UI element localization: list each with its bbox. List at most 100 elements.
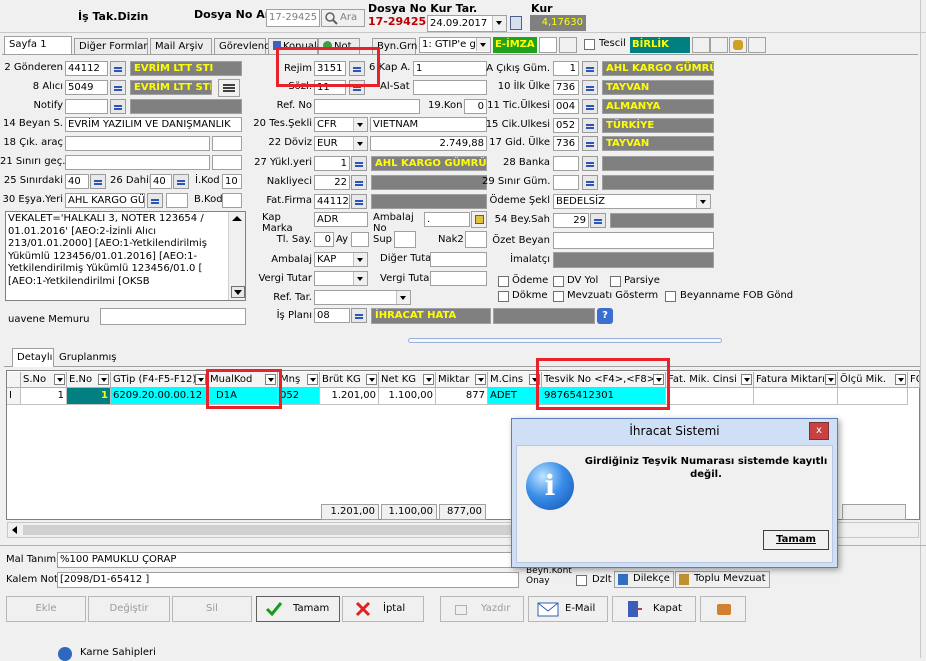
grid-cell-mns[interactable]: 052: [278, 388, 320, 405]
sup-input[interactable]: [394, 231, 416, 248]
grid-header-eno[interactable]: E.No: [67, 372, 111, 388]
grid-header-mualkod[interactable]: MualKod: [208, 372, 278, 388]
grid-header-brut[interactable]: Brüt KG: [320, 372, 379, 388]
tamam-button[interactable]: Tamam: [256, 596, 340, 622]
grid-header-tesvik[interactable]: Tesvik No <F4>,<F8>: [542, 372, 666, 388]
tab-not[interactable]: Not: [318, 38, 360, 54]
esya-yeri-input-2[interactable]: [166, 193, 188, 208]
tab-detayli[interactable]: Detaylı: [12, 348, 54, 367]
search-button[interactable]: Ara: [321, 9, 365, 27]
gtip-combo[interactable]: 1: GTIP'e g: [419, 37, 491, 53]
grid-cell-sno[interactable]: 1: [21, 388, 67, 405]
yazdir-button[interactable]: Yazdır: [440, 596, 524, 622]
grid-header-miktar[interactable]: Miktar: [436, 372, 488, 388]
grid-cell-tesvik[interactable]: 98765412301: [542, 388, 666, 405]
extra-button[interactable]: [700, 596, 746, 622]
scroll-down-arrow[interactable]: [231, 286, 245, 298]
alici-lookup-button[interactable]: [110, 80, 126, 95]
notify-code-input[interactable]: [65, 99, 108, 114]
helper-icon[interactable]: [729, 37, 747, 53]
ilk-ulke-input[interactable]: 736: [553, 80, 579, 95]
tab-mail-arsiv[interactable]: Mail Arşiv: [150, 38, 212, 54]
grid-header-mcins[interactable]: M.Cins: [488, 372, 542, 388]
tab-konuala[interactable]: Konuala: [268, 38, 323, 54]
tes-sekli-combo[interactable]: CFR: [314, 117, 368, 132]
grid-header-fo[interactable]: FO: [908, 372, 920, 388]
dahili-input[interactable]: 40: [150, 174, 172, 189]
scroll-left-arrow[interactable]: [12, 526, 17, 534]
beyan-input[interactable]: EVRİM YAZILIM VE DANIŞMANLIK: [65, 117, 242, 132]
gonderen-code-input[interactable]: 44112: [65, 61, 108, 76]
ambalaj-combo[interactable]: KAP: [314, 252, 368, 267]
birlik-badge[interactable]: BİRLİK: [630, 37, 690, 53]
panel-splitter[interactable]: [408, 338, 722, 343]
date-combo[interactable]: 24.09.2017: [427, 15, 507, 32]
bey-sah-input[interactable]: 29: [553, 213, 589, 228]
grid-cell-eno[interactable]: 1: [67, 388, 111, 405]
cikis-gum-input[interactable]: 1: [553, 61, 579, 76]
vergi-tutar2-input[interactable]: [430, 271, 487, 286]
grid-header-gtip[interactable]: GTip (F4-F5-F12): [111, 372, 208, 388]
yukl-yeri-lookup-button[interactable]: [351, 156, 367, 171]
tab-gruplanmis[interactable]: Gruplanmış: [55, 350, 117, 366]
grid-header-fatura-miktari[interactable]: Fatura Miktarı: [754, 372, 838, 388]
odeme-checkbox[interactable]: [498, 276, 509, 287]
tl-say-input[interactable]: 0: [314, 232, 334, 247]
dialog-close-button[interactable]: x: [809, 422, 829, 440]
eimza-badge[interactable]: E-İMZA: [493, 37, 537, 53]
grid-row-marker[interactable]: I: [7, 388, 21, 405]
doviz-amount-input[interactable]: 2.749,88: [370, 136, 487, 151]
nakliyeci-lookup-button[interactable]: [351, 175, 367, 190]
grid-cell-mualkod[interactable]: D1A: [208, 388, 278, 405]
toolbar-blank-button-3[interactable]: [692, 37, 710, 53]
grid-cell-olcu-mik[interactable]: [838, 388, 908, 405]
ikod-input[interactable]: 10: [222, 174, 242, 189]
parsiyel-checkbox[interactable]: [610, 276, 621, 287]
notes-textarea[interactable]: VEKALET='HALKALI 3, NOTER 123654 / 01.01…: [5, 211, 246, 301]
toolbar-blank-button-5[interactable]: [748, 37, 766, 53]
sinir-gec-input[interactable]: [65, 155, 210, 170]
doviz-combo[interactable]: EUR: [314, 136, 368, 151]
tic-ulkesi-input[interactable]: 004: [553, 99, 579, 114]
alici-code-input[interactable]: 5049: [65, 80, 108, 95]
tescil-checkbox[interactable]: [584, 39, 595, 50]
dosya-no-input[interactable]: 17-29425: [266, 9, 320, 27]
ref-no-input[interactable]: [314, 99, 420, 114]
esya-yeri-lookup-button[interactable]: [147, 193, 163, 208]
gid-ulke-input[interactable]: 736: [553, 136, 579, 151]
dialog-ok-button[interactable]: Tamam: [763, 530, 829, 550]
grid-header-sno[interactable]: S.No: [21, 372, 67, 388]
scroll-up-arrow[interactable]: [232, 216, 242, 221]
mal-tanimi-input[interactable]: %100 PAMUKLU ÇORAP: [57, 552, 519, 568]
tab-sayfa1[interactable]: Sayfa 1: [4, 36, 72, 54]
ref-tar-combo[interactable]: [314, 290, 411, 305]
tab-byn-grn[interactable]: Byn.Grn: [372, 38, 417, 54]
dilekce-button[interactable]: Dilekçe: [614, 571, 674, 588]
dzlt-checkbox[interactable]: [576, 575, 587, 586]
cikis-gum-lookup-button[interactable]: [582, 61, 598, 76]
kap-marka-input[interactable]: ADR: [314, 212, 368, 227]
yukl-yeri-input[interactable]: 1: [314, 156, 350, 171]
sinir-gec-input-2[interactable]: [212, 155, 242, 170]
grid-cell-miktar[interactable]: 877: [436, 388, 488, 405]
gonderen-lookup-button[interactable]: [110, 61, 126, 76]
rejim-lookup-button[interactable]: [349, 61, 365, 76]
cik-arac-input[interactable]: [65, 136, 210, 151]
grid-header-olcu-mik[interactable]: Ölçü Mik.: [838, 372, 908, 388]
dv-yol-checkbox[interactable]: [553, 276, 564, 287]
esya-yeri-input[interactable]: AHL KARGO GÜ: [65, 193, 145, 208]
kapat-button[interactable]: Kapat: [612, 596, 696, 622]
cik-ulkesi-lookup-button[interactable]: [582, 118, 598, 133]
help-icon[interactable]: ?: [597, 308, 613, 324]
muavene-input[interactable]: [100, 308, 246, 325]
grid-cell-fat-mik-cinsi[interactable]: [666, 388, 754, 405]
dokme-checkbox[interactable]: [498, 291, 509, 302]
vergi-tutar-combo[interactable]: [314, 271, 368, 286]
dahili-lookup-button[interactable]: [173, 174, 189, 189]
sozl-input[interactable]: 11: [314, 80, 346, 95]
nakliyeci-input[interactable]: 22: [314, 175, 350, 190]
banka-input[interactable]: [553, 156, 579, 171]
sinir-gum-input[interactable]: [553, 175, 579, 190]
is-plani-lookup-button[interactable]: [351, 308, 367, 323]
is-plani-input[interactable]: 08: [314, 308, 350, 323]
